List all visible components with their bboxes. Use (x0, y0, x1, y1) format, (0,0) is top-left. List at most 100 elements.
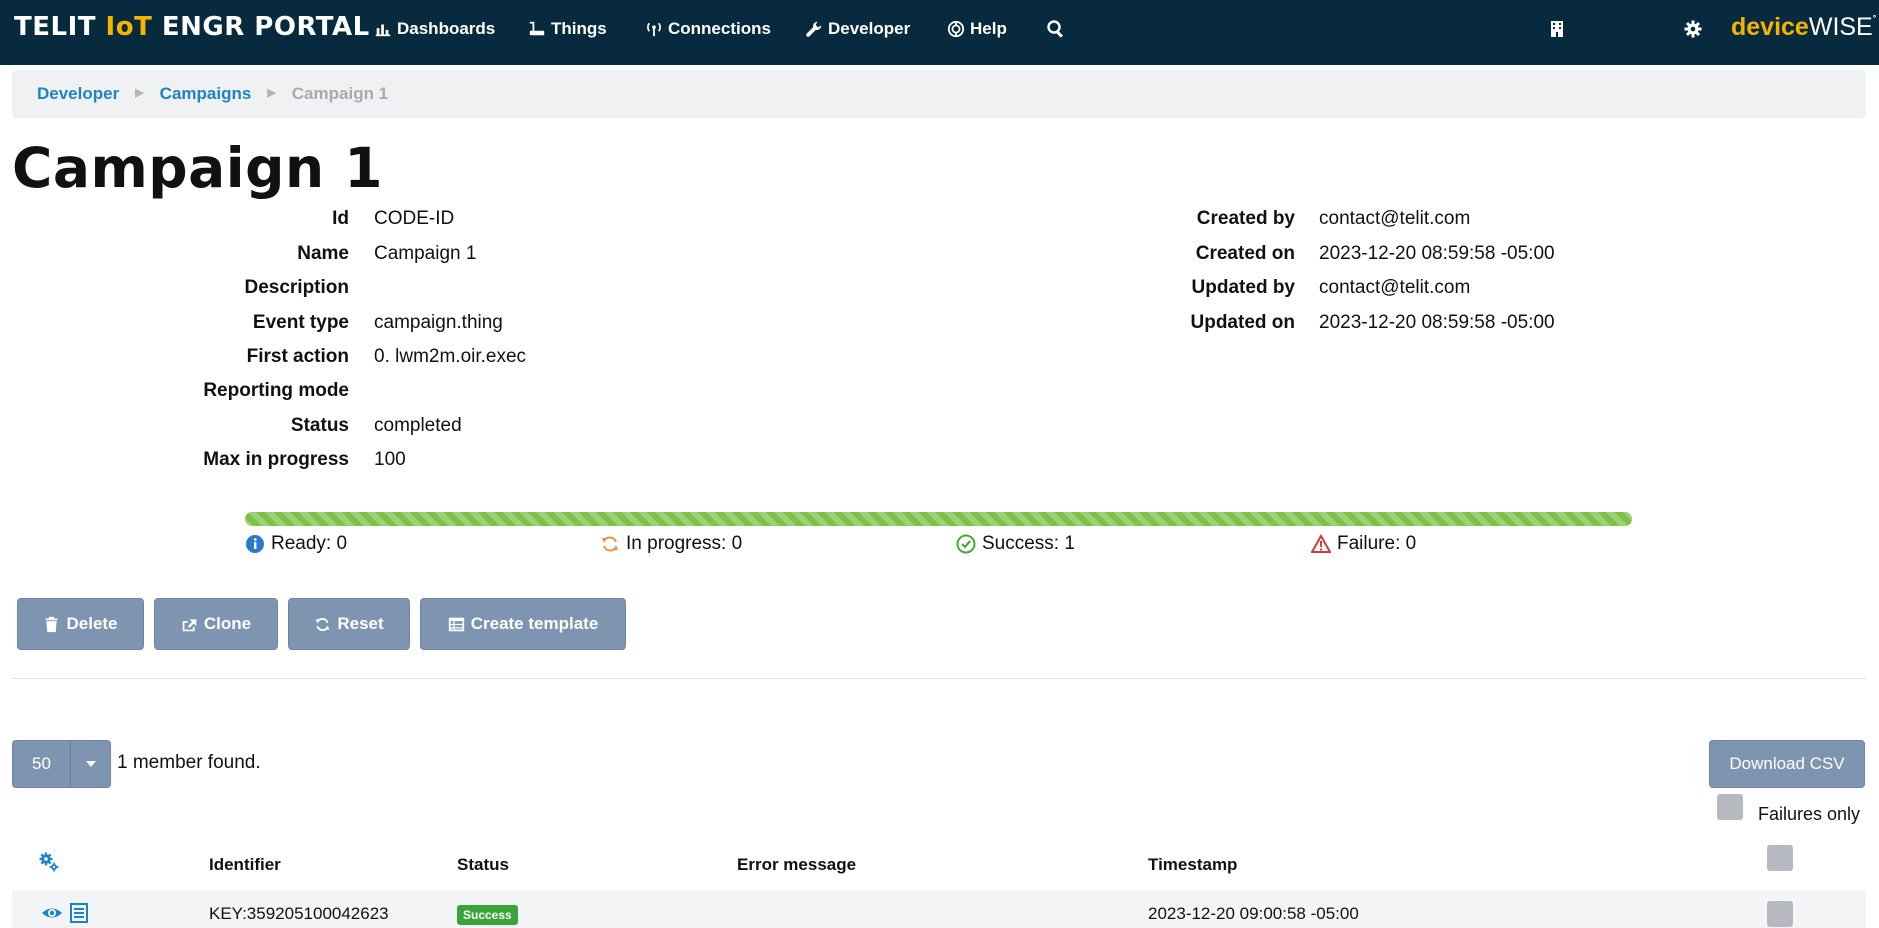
detail-value: CODE-ID (374, 208, 455, 229)
nav-connections[interactable]: Connections (645, 19, 771, 39)
detail-value: campaign.thing (374, 312, 503, 333)
cogs-icon[interactable] (38, 851, 60, 873)
legend-success-label: Success: 1 (982, 533, 1075, 554)
cell-timestamp: 2023-12-20 09:00:58 -05:00 (1148, 904, 1359, 923)
eye-icon[interactable] (41, 902, 63, 924)
detail-value: contact@telit.com (1319, 277, 1471, 298)
detail-label: Created on (1195, 243, 1295, 264)
detail-label: Event type (252, 312, 349, 333)
nav-help-label: Help (970, 19, 1007, 38)
cell-identifier: KEY:359205100042623 (209, 904, 389, 923)
page-title: Campaign 1 (12, 136, 384, 200)
delete-button-label: Delete (66, 614, 118, 633)
breadcrumb-current: Campaign 1 (291, 84, 389, 103)
warning-icon (1311, 534, 1331, 553)
create-template-button-label: Create template (470, 614, 599, 633)
legend-failure-label: Failure: 0 (1337, 533, 1417, 554)
devicewise-logo-wise: WISE (1808, 13, 1873, 41)
clone-button-label: Clone (203, 614, 252, 633)
breadcrumb-developer[interactable]: Developer (37, 84, 119, 104)
reset-button-label: Reset (337, 614, 384, 633)
detail-label: First action (246, 346, 349, 367)
detail-label: Description (244, 277, 349, 298)
legend-ready-label: Ready: 0 (271, 533, 348, 554)
row-select-checkbox[interactable] (1767, 901, 1793, 927)
detail-label: Name (297, 243, 349, 264)
info-icon (246, 535, 264, 553)
refresh-icon (602, 536, 618, 552)
brand-text-accent: IoT (105, 12, 153, 42)
column-header-status[interactable]: Status (457, 855, 509, 875)
status-badge: Success (457, 905, 518, 925)
legend-ready: Ready: 0 (245, 533, 347, 555)
nav-help[interactable]: Help (947, 19, 1007, 39)
download-csv-button[interactable]: Download CSV (1709, 740, 1865, 788)
failures-only-label: Failures only (1758, 804, 1861, 824)
check-circle-icon (956, 534, 976, 554)
breadcrumb: Developer ▶ Campaigns ▶ Campaign 1 (12, 70, 1866, 118)
nav-connections-label: Connections (668, 19, 771, 38)
breadcrumb-campaigns[interactable]: Campaigns (160, 84, 252, 104)
antenna-icon (647, 22, 661, 37)
select-all-checkbox[interactable] (1767, 845, 1793, 871)
refresh-icon (316, 617, 330, 631)
brand-logo[interactable]: TELIT IoT ENGR PORTAL (14, 12, 370, 42)
nav-developer-label: Developer (828, 19, 911, 38)
legend-failure: Failure: 0 (1311, 533, 1416, 555)
detail-label: Created by (1196, 208, 1295, 229)
detail-value: contact@telit.com (1319, 208, 1471, 229)
clone-button[interactable]: Clone (154, 598, 278, 650)
share-icon (182, 618, 197, 631)
detail-label: Reporting mode (203, 380, 349, 401)
search-icon[interactable] (1046, 19, 1066, 39)
detail-value: 100 (374, 449, 406, 470)
detail-label: Id (332, 208, 349, 229)
brand-text-right: ENGR PORTAL (152, 12, 370, 42)
detail-label: Max in progress (203, 449, 349, 470)
failures-only-checkbox[interactable] (1717, 794, 1743, 820)
legend-success: Success: 1 (956, 533, 1075, 555)
legend-in-progress: In progress: 0 (600, 533, 742, 555)
top-navbar: TELIT IoT ENGR PORTAL Dashboards Things … (0, 0, 1879, 65)
building-icon[interactable] (1547, 19, 1567, 39)
delete-button[interactable]: Delete (17, 598, 144, 650)
lifebuoy-icon (947, 20, 965, 38)
gear-icon[interactable] (1683, 19, 1703, 39)
reset-button[interactable]: Reset (288, 598, 410, 650)
detail-label: Status (290, 415, 349, 436)
detail-label: Updated on (1190, 312, 1296, 333)
breadcrumb-separator-icon: ▶ (135, 86, 144, 99)
nav-dashboards[interactable]: Dashboards (374, 19, 495, 39)
column-header-identifier[interactable]: Identifier (209, 855, 281, 875)
brand-text-left: TELIT (14, 12, 106, 42)
router-icon (529, 21, 545, 36)
table-icon (448, 617, 464, 631)
trash-icon (46, 616, 58, 632)
bar-chart-icon (375, 24, 391, 37)
legend-in-progress-label: In progress: 0 (626, 533, 743, 554)
chevron-down-icon[interactable] (71, 741, 110, 787)
detail-label: Updated by (1191, 277, 1295, 298)
column-header-timestamp[interactable]: Timestamp (1148, 855, 1237, 875)
detail-value: 2023-12-20 08:59:58 -05:00 (1319, 243, 1555, 264)
create-template-button[interactable]: Create template (420, 598, 626, 650)
detail-value: completed (374, 415, 462, 436)
detail-value: 2023-12-20 08:59:58 -05:00 (1319, 312, 1555, 333)
column-header-error-message[interactable]: Error message (737, 855, 856, 875)
devicewise-logo-device: device (1731, 13, 1809, 41)
detail-value: 0. lwm2m.oir.exec (374, 346, 527, 367)
page-size-value: 50 (13, 741, 71, 787)
nav-things[interactable]: Things (528, 19, 607, 39)
wrench-icon (806, 21, 822, 37)
devicewise-logo-mark: ° (1872, 13, 1877, 23)
breadcrumb-separator-icon: ▶ (267, 86, 276, 99)
section-divider (12, 678, 1866, 679)
page-size-select[interactable]: 50 (12, 740, 111, 788)
campaign-progress-bar (245, 512, 1632, 526)
devicewise-logo[interactable]: deviceWISE° (1731, 13, 1876, 42)
nav-developer[interactable]: Developer (805, 19, 910, 39)
members-found-text: 1 member found. (117, 752, 261, 773)
nav-dashboards-label: Dashboards (397, 19, 496, 38)
list-details-icon[interactable] (68, 902, 90, 924)
nav-things-label: Things (551, 19, 607, 38)
